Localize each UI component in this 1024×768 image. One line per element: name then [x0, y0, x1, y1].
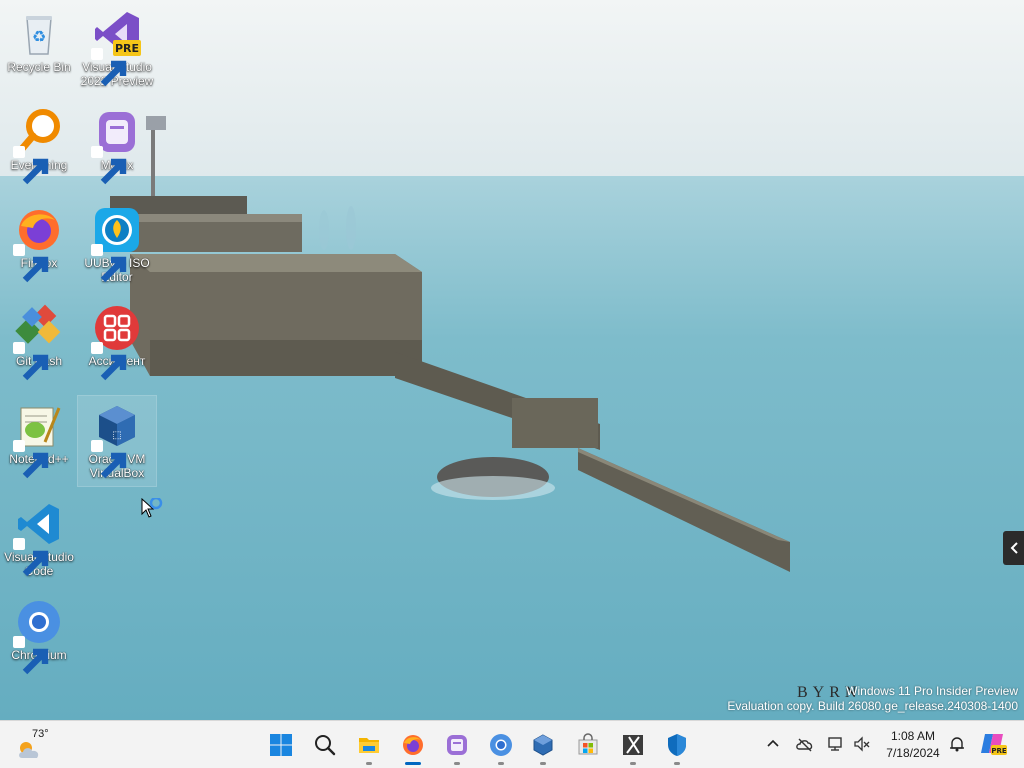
snipping-icon	[623, 735, 643, 755]
cloud-offline-icon	[796, 738, 813, 752]
desktop-icon-visual-studio[interactable]: PRE Visual Studio 2022 Preview	[78, 4, 156, 88]
copilot-icon: PRE	[981, 734, 1007, 755]
clock[interactable]: 1:08 AM 7/18/2024	[880, 728, 946, 762]
taskbar: 73° 1:08 AM 7/18/2024 PRE	[0, 720, 1024, 768]
taskbar-microsoft-store[interactable]	[570, 727, 606, 763]
shortcut-arrow-icon	[13, 440, 49, 479]
weather-temp: 73°	[32, 728, 49, 740]
shortcut-arrow-icon	[91, 146, 127, 185]
shortcut-arrow-icon	[13, 538, 49, 577]
chromium-icon	[13, 598, 63, 675]
running-indicator	[405, 762, 421, 765]
uubyte-icon	[91, 206, 141, 283]
svg-text:♻: ♻	[32, 27, 46, 46]
start-button[interactable]	[263, 727, 299, 763]
chevron-up-icon	[767, 739, 779, 747]
desktop-icon-vscode[interactable]: Visual Studio Code	[0, 494, 78, 578]
running-indicator	[630, 762, 636, 765]
cursor-icon	[141, 496, 163, 518]
shortcut-arrow-icon	[13, 244, 49, 283]
taskbar-chromium[interactable]	[483, 727, 519, 765]
running-indicator	[540, 762, 546, 765]
chromium-icon	[490, 734, 512, 756]
desktop-icon-firefox[interactable]: Firefox	[0, 200, 78, 283]
running-indicator	[498, 762, 504, 765]
speaker-muted-icon	[854, 736, 870, 752]
onedrive-tray[interactable]	[794, 733, 816, 755]
shortcut-arrow-icon	[91, 48, 127, 87]
network-icon	[828, 737, 842, 751]
windows-logo-icon	[270, 734, 292, 756]
clock-time: 1:08 AM	[890, 729, 936, 743]
weather-cloud-icon	[19, 742, 39, 758]
watermark-edition: Windows 11 Pro Insider Preview	[846, 684, 1018, 698]
shortcut-arrow-icon	[13, 636, 49, 675]
assistant-icon	[91, 304, 141, 381]
widgets-collapse-tab[interactable]	[1003, 531, 1024, 565]
copilot-button[interactable]: PRE	[979, 731, 1007, 757]
weather-widget[interactable]: 73°	[14, 728, 54, 764]
notifications-button[interactable]	[946, 733, 968, 755]
search-icon	[315, 735, 336, 756]
virtualbox-icon	[533, 734, 553, 756]
taskbar-windows-security[interactable]	[659, 727, 695, 765]
git-bash-icon	[13, 304, 63, 381]
shortcut-arrow-icon	[91, 342, 127, 381]
motrix-icon	[447, 735, 467, 755]
virtualbox-icon: ⬚	[91, 402, 141, 479]
shortcut-arrow-icon	[91, 440, 127, 479]
desktop-icon-everything[interactable]: Everything	[0, 102, 78, 185]
desktop-icon-label: Recycle Bin	[7, 60, 71, 74]
store-icon	[578, 733, 598, 755]
recycle-bin-icon: ♻	[15, 10, 63, 58]
taskbar-snipping-tool[interactable]	[615, 727, 651, 765]
motrix-icon	[91, 108, 141, 185]
copilot-pre-badge: PRE	[991, 747, 1007, 755]
taskbar-firefox[interactable]	[395, 727, 431, 765]
mouse-cursor-busy	[141, 496, 169, 526]
shortcut-arrow-icon	[13, 342, 49, 381]
watermark-build: Evaluation copy. Build 26080.ge_release.…	[727, 699, 1018, 713]
desktop-icon-notepadpp[interactable]: Notepad++	[0, 396, 78, 479]
os-watermark: Windows 11 Pro Insider Preview Evaluatio…	[727, 684, 1018, 714]
folder-icon	[359, 738, 379, 753]
desktop[interactable]: BYRN Windows 11 Pro Insider Preview Eval…	[0, 0, 1024, 720]
taskbar-file-explorer[interactable]	[351, 727, 387, 765]
running-indicator	[454, 762, 460, 765]
shield-icon	[668, 734, 686, 756]
running-indicator	[674, 762, 680, 765]
desktop-icon-git-bash[interactable]: Git Bash	[0, 298, 78, 381]
desktop-icon-uubyte[interactable]: UUByte ISO Editor	[78, 200, 156, 284]
desktop-icon-chromium[interactable]: Chromium	[0, 592, 78, 675]
show-hidden-icons-button[interactable]	[762, 733, 784, 755]
firefox-icon	[13, 206, 63, 283]
notepadpp-icon	[13, 402, 63, 479]
vscode-icon	[13, 500, 63, 577]
visual-studio-icon: PRE	[91, 10, 141, 87]
shortcut-arrow-icon	[91, 244, 127, 283]
desktop-icon-recycle-bin[interactable]: ♻ Recycle Bin	[0, 4, 78, 74]
desktop-icon-motrix[interactable]: Motrix	[78, 102, 156, 185]
taskbar-virtualbox[interactable]	[525, 727, 561, 765]
firefox-icon	[403, 735, 423, 755]
desktop-icon-assistant[interactable]: Ассистент	[78, 298, 156, 381]
everything-icon	[13, 108, 63, 185]
desktop-icon-virtualbox[interactable]: ⬚ Oracle VM VirtualBox	[77, 395, 157, 487]
chevron-left-icon	[1010, 542, 1018, 554]
search-button[interactable]	[307, 727, 343, 763]
taskbar-motrix[interactable]	[439, 727, 475, 765]
running-indicator	[366, 762, 372, 765]
network-tray[interactable]	[825, 733, 847, 755]
volume-tray[interactable]	[851, 733, 873, 755]
notification-bell-icon	[950, 737, 964, 752]
clock-date: 7/18/2024	[886, 746, 940, 760]
shortcut-arrow-icon	[13, 146, 49, 185]
